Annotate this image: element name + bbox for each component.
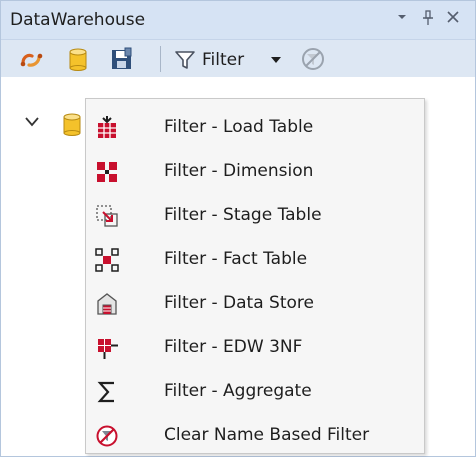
close-button[interactable]: [446, 10, 460, 28]
chevron-down-icon: [398, 15, 406, 19]
chevron-down-icon: [25, 117, 39, 127]
tree-expand-toggle[interactable]: [24, 114, 40, 134]
save-button[interactable]: [109, 46, 135, 72]
panel-title: DataWarehouse: [10, 10, 146, 30]
menu-item-label: Filter - Fact Table: [164, 249, 308, 269]
data-store-icon: [97, 293, 117, 315]
menu-item-label: Filter - Dimension: [164, 161, 314, 181]
aggregate-sigma-icon: [97, 381, 114, 403]
toolbar-separator: [160, 46, 161, 72]
menu-item-label: Filter - EDW 3NF: [164, 337, 303, 357]
panel-toolbar: Filter: [1, 40, 475, 77]
menu-item-label: Filter - Load Table: [164, 117, 314, 137]
refresh-connection-icon: [20, 53, 43, 67]
database-icon: [63, 113, 81, 136]
pin-button[interactable]: [421, 10, 435, 30]
menu-item-filter-load-table[interactable]: Filter - Load Table: [87, 105, 423, 149]
clear-filter-icon: [302, 48, 324, 70]
filter-dropdown-menu: Filter - Load Table Filter - Dimension F…: [85, 98, 425, 454]
funnel-icon: [175, 51, 195, 69]
menu-item-filter-stage-table[interactable]: Filter - Stage Table: [87, 193, 423, 237]
datawarehouse-panel: DataWarehouse Filter Filter - Load Table…: [0, 0, 476, 457]
database-icon: [69, 48, 87, 71]
fact-table-icon: [95, 248, 119, 272]
menu-item-label: Filter - Data Store: [164, 293, 314, 313]
tree-root-node[interactable]: [61, 111, 83, 142]
dimension-icon: [97, 162, 117, 182]
menu-item-filter-aggregate[interactable]: Filter - Aggregate: [87, 369, 423, 413]
database-button[interactable]: [65, 46, 91, 72]
save-icon: [112, 47, 132, 69]
clear-filter-icon: [96, 425, 118, 447]
clear-filter-toolbar-button[interactable]: [300, 46, 326, 72]
menu-item-filter-fact-table[interactable]: Filter - Fact Table: [87, 237, 423, 281]
pin-icon: [423, 10, 433, 25]
menu-item-filter-data-store[interactable]: Filter - Data Store: [87, 281, 423, 325]
menu-item-label: Filter - Aggregate: [164, 381, 312, 401]
load-table-icon: [98, 116, 116, 138]
menu-item-filter-edw-3nf[interactable]: Filter - EDW 3NF: [87, 325, 423, 369]
panel-title-bar: DataWarehouse: [1, 1, 475, 40]
filter-dropdown-button[interactable]: Filter: [166, 44, 292, 74]
caret-down-icon: [271, 57, 281, 63]
menu-item-label: Filter - Stage Table: [164, 205, 322, 225]
menu-item-filter-dimension[interactable]: Filter - Dimension: [87, 149, 423, 193]
edw-3nf-icon: [98, 339, 118, 359]
close-icon: [447, 11, 459, 23]
window-menu-dropdown-button[interactable]: [395, 10, 409, 28]
menu-item-clear-name-based-filter[interactable]: Clear Name Based Filter: [87, 413, 423, 457]
menu-item-label: Clear Name Based Filter: [164, 425, 370, 445]
stage-table-icon: [96, 205, 118, 227]
refresh-connection-button[interactable]: [19, 46, 45, 72]
filter-label: Filter: [202, 50, 245, 70]
